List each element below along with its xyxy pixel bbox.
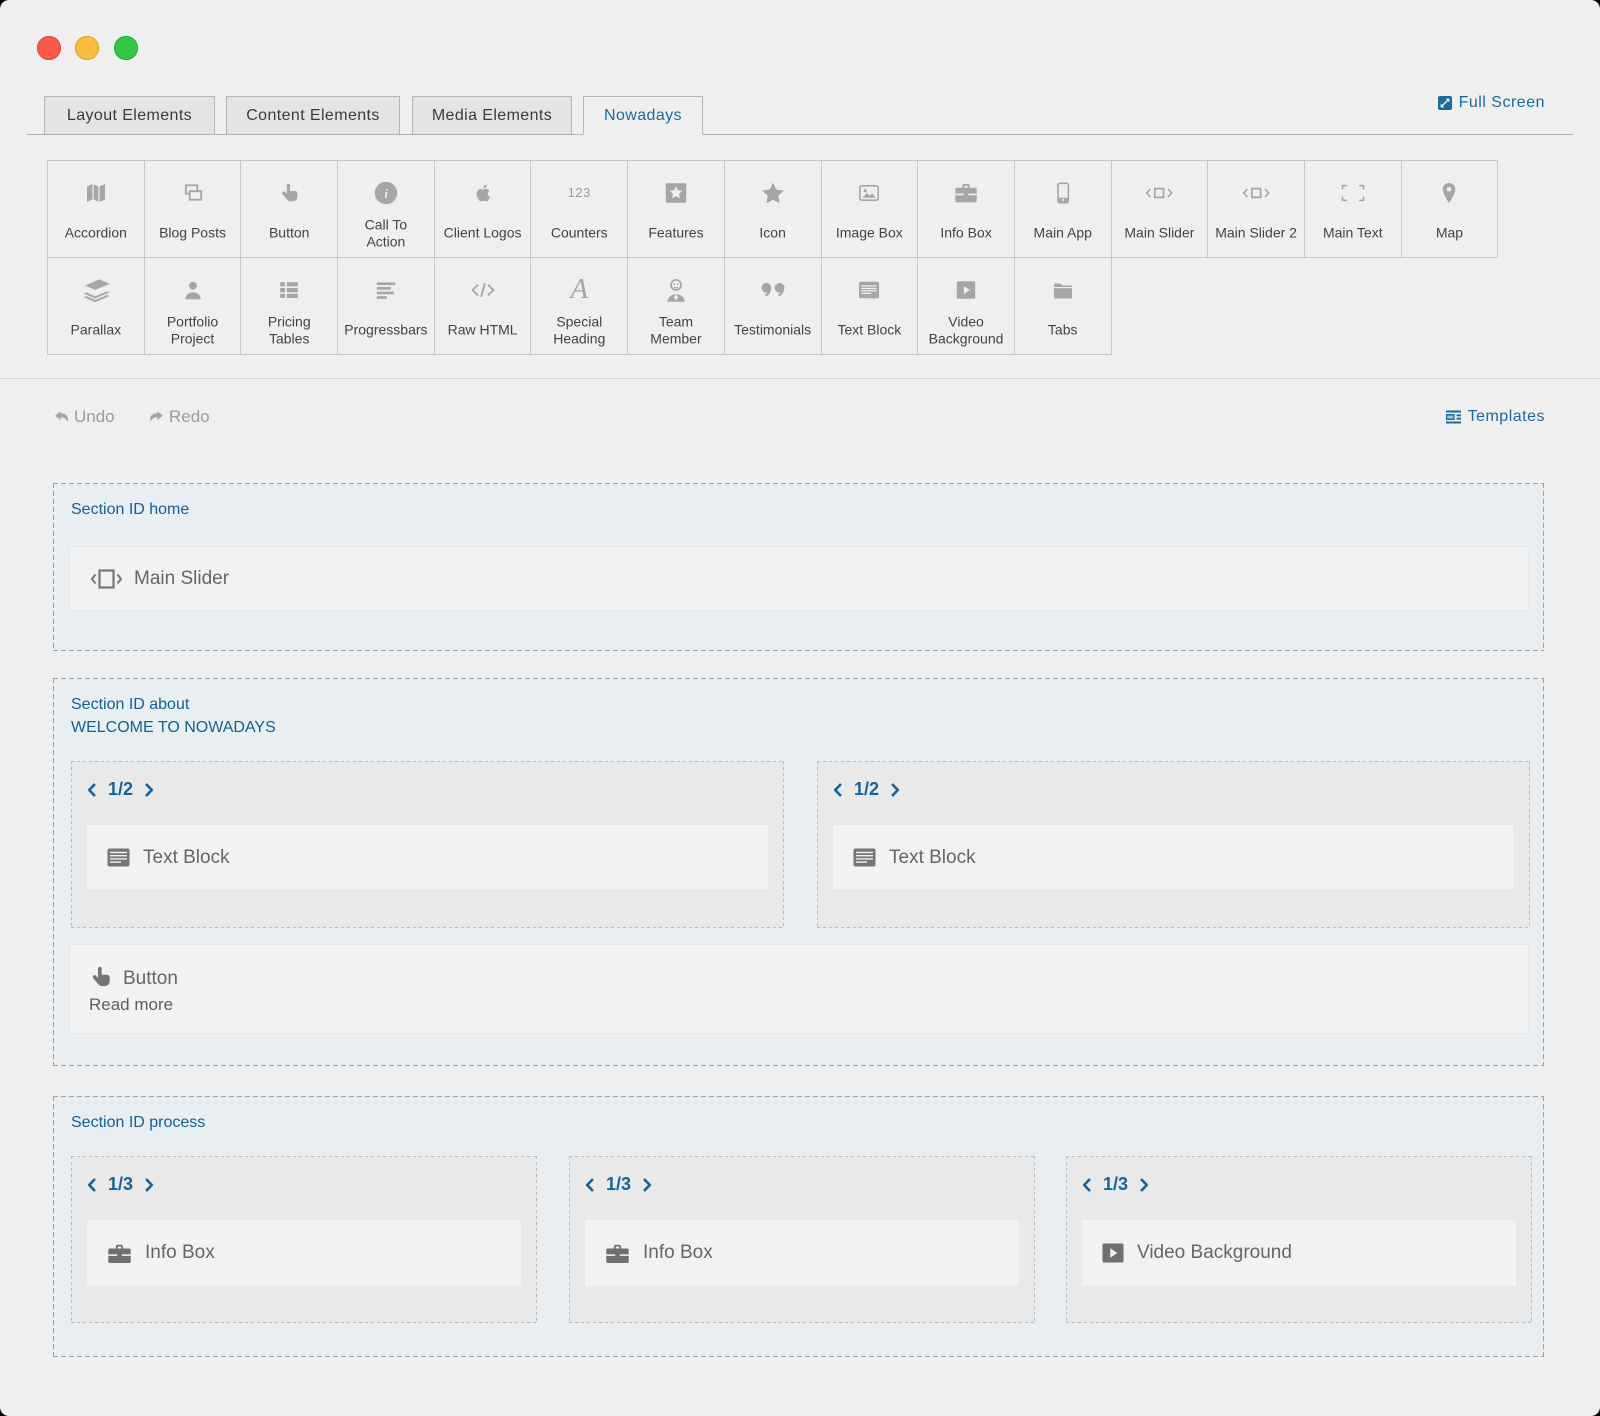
svg-text:i: i [384,186,388,201]
